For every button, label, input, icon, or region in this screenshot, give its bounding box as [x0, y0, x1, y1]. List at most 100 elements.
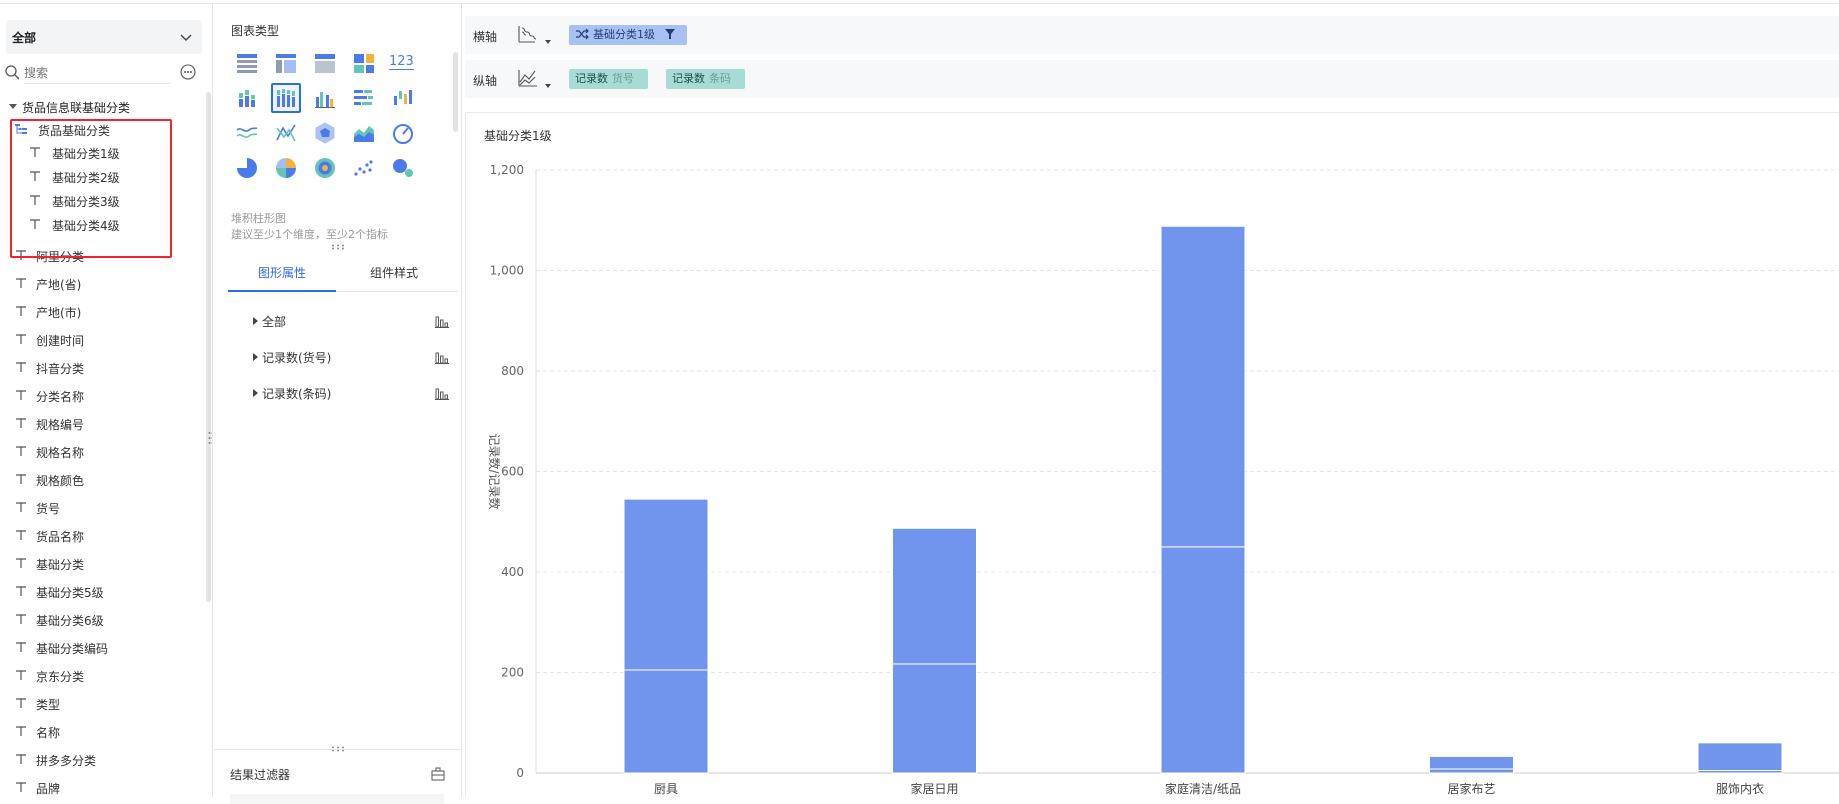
field-label: 基础分类: [36, 558, 85, 572]
field-item[interactable]: 基础分类编码: [0, 634, 205, 662]
resize-handle-icon[interactable]: [208, 430, 213, 446]
tab-component-style[interactable]: 组件样式: [340, 254, 448, 292]
bar-chart-icon[interactable]: [434, 349, 450, 365]
stacked-column-icon[interactable]: [271, 83, 301, 113]
field-label: 基础分类3级: [52, 195, 120, 209]
field-list-scrollbar[interactable]: [206, 92, 211, 602]
scatter-icon[interactable]: [349, 153, 379, 183]
caret-down-icon[interactable]: [545, 40, 551, 44]
smooth-line-icon[interactable]: [232, 118, 262, 148]
scope-selector[interactable]: 全部: [6, 20, 202, 54]
property-row[interactable]: 记录数(货号): [228, 342, 460, 372]
y-tick-label: 200: [501, 666, 524, 680]
chart-title: 基础分类1级: [484, 129, 552, 143]
x-axis-icon[interactable]: [513, 22, 543, 48]
property-row[interactable]: 记录数(条码): [228, 378, 460, 408]
filter-dropzone[interactable]: [230, 794, 444, 804]
y-axis-icon[interactable]: [513, 66, 543, 92]
waterfall-icon[interactable]: [388, 83, 418, 113]
bar-segment: [1160, 225, 1246, 548]
bar-chart-icon[interactable]: [434, 313, 450, 329]
field-item[interactable]: 产地(省): [0, 270, 205, 298]
field-label: 类型: [36, 698, 61, 712]
field-item[interactable]: 货号: [0, 494, 205, 522]
toolbox-icon[interactable]: [430, 766, 446, 782]
field-item[interactable]: 基础分类5级: [0, 578, 205, 606]
selected-chart-name: 堆积柱形图: [231, 212, 286, 225]
x-axis-field-pill[interactable]: 基础分类1级: [569, 25, 687, 45]
field-item[interactable]: 品牌: [0, 774, 205, 797]
y-axis-field-pill[interactable]: 记录数 条码: [666, 69, 745, 89]
bubble-icon[interactable]: [388, 153, 418, 183]
field-item[interactable]: 基础分类6级: [0, 606, 205, 634]
caret-right-icon[interactable]: [253, 317, 258, 325]
search-input[interactable]: [24, 62, 170, 84]
field-item[interactable]: 规格名称: [0, 438, 205, 466]
field-item[interactable]: 名称: [0, 718, 205, 746]
table-group[interactable]: 货品信息联基础分类: [0, 96, 205, 118]
caret-right-icon[interactable]: [253, 389, 258, 397]
text-type-icon: [14, 752, 28, 766]
y-axis-label: 纵轴: [473, 74, 498, 88]
stacked-bar-icon[interactable]: [232, 83, 262, 113]
more-options-icon[interactable]: [180, 64, 196, 80]
kpi-card-icon[interactable]: [349, 48, 379, 78]
number-card-icon[interactable]: 123: [388, 48, 418, 78]
hierarchy-child-field[interactable]: 基础分类2级: [0, 164, 205, 188]
text-type-icon: [14, 668, 28, 682]
field-item[interactable]: 货品名称: [0, 522, 205, 550]
hierarchy-child-field[interactable]: 基础分类4级: [0, 212, 205, 236]
bar-chart-icon[interactable]: [434, 385, 450, 401]
field-item[interactable]: 阿里分类: [0, 242, 205, 270]
table-chart-icon[interactable]: [232, 48, 262, 78]
stacked-horizontal-icon[interactable]: [349, 83, 379, 113]
field-item[interactable]: 拼多多分类: [0, 746, 205, 774]
grouped-column-icon[interactable]: [310, 83, 340, 113]
bar-segment: [1429, 768, 1514, 774]
hierarchy-child-field[interactable]: 基础分类1级: [0, 140, 205, 164]
field-item[interactable]: 规格编号: [0, 410, 205, 438]
shuffle-icon: [576, 28, 589, 40]
tab-graphic-properties[interactable]: 图形属性: [228, 254, 336, 292]
field-item[interactable]: 京东分类: [0, 662, 205, 690]
chart-type-scrollbar[interactable]: [453, 52, 458, 132]
text-type-icon: [14, 360, 28, 374]
caret-down-icon[interactable]: [9, 104, 17, 109]
pie-chart-icon[interactable]: [232, 153, 262, 183]
y-axis-field-pill[interactable]: 记录数 货号: [569, 69, 648, 89]
field-item[interactable]: 创建时间: [0, 326, 205, 354]
caret-right-icon[interactable]: [253, 353, 258, 361]
hierarchy-child-field[interactable]: 基础分类3级: [0, 188, 205, 212]
chart-canvas: 0 200 400 600 800 1,000 1,200 厨具 家居日用 家庭清洁/纸品 居家布艺…: [465, 112, 1839, 797]
field-item[interactable]: 规格颜色: [0, 466, 205, 494]
drag-handle-icon[interactable]: [330, 244, 346, 250]
field-item[interactable]: 基础分类: [0, 550, 205, 578]
gauge-icon[interactable]: [388, 118, 418, 148]
y-tick-label: 800: [501, 364, 524, 378]
line-chart-icon[interactable]: [271, 118, 301, 148]
filter-icon[interactable]: [665, 29, 675, 39]
hierarchy-field[interactable]: 货品基础分类: [0, 118, 205, 140]
hierarchy-icon: [14, 122, 28, 136]
field-label: 基础分类1级: [52, 147, 120, 161]
field-item[interactable]: 产地(市): [0, 298, 205, 326]
result-filter[interactable]: 结果过滤器: [214, 749, 462, 804]
field-item[interactable]: 类型: [0, 690, 205, 718]
caret-down-icon[interactable]: [545, 84, 551, 88]
cross-table-icon[interactable]: [271, 48, 301, 78]
radar-chart-icon[interactable]: [310, 118, 340, 148]
text-type-icon: [28, 169, 42, 183]
y-tick-label: 1,000: [490, 264, 524, 278]
field-label: 货品名称: [36, 530, 85, 544]
detail-table-icon[interactable]: [310, 48, 340, 78]
field-item[interactable]: 分类名称: [0, 382, 205, 410]
property-row[interactable]: 全部: [228, 306, 460, 336]
text-type-icon: [14, 388, 28, 402]
field-label: 拼多多分类: [36, 754, 97, 768]
area-chart-icon[interactable]: [349, 118, 379, 148]
rose-chart-icon[interactable]: [271, 153, 301, 183]
field-item[interactable]: 抖音分类: [0, 354, 205, 382]
text-type-icon: [14, 472, 28, 486]
multi-ring-icon[interactable]: [310, 153, 340, 183]
property-label: 记录数(条码): [262, 387, 332, 401]
